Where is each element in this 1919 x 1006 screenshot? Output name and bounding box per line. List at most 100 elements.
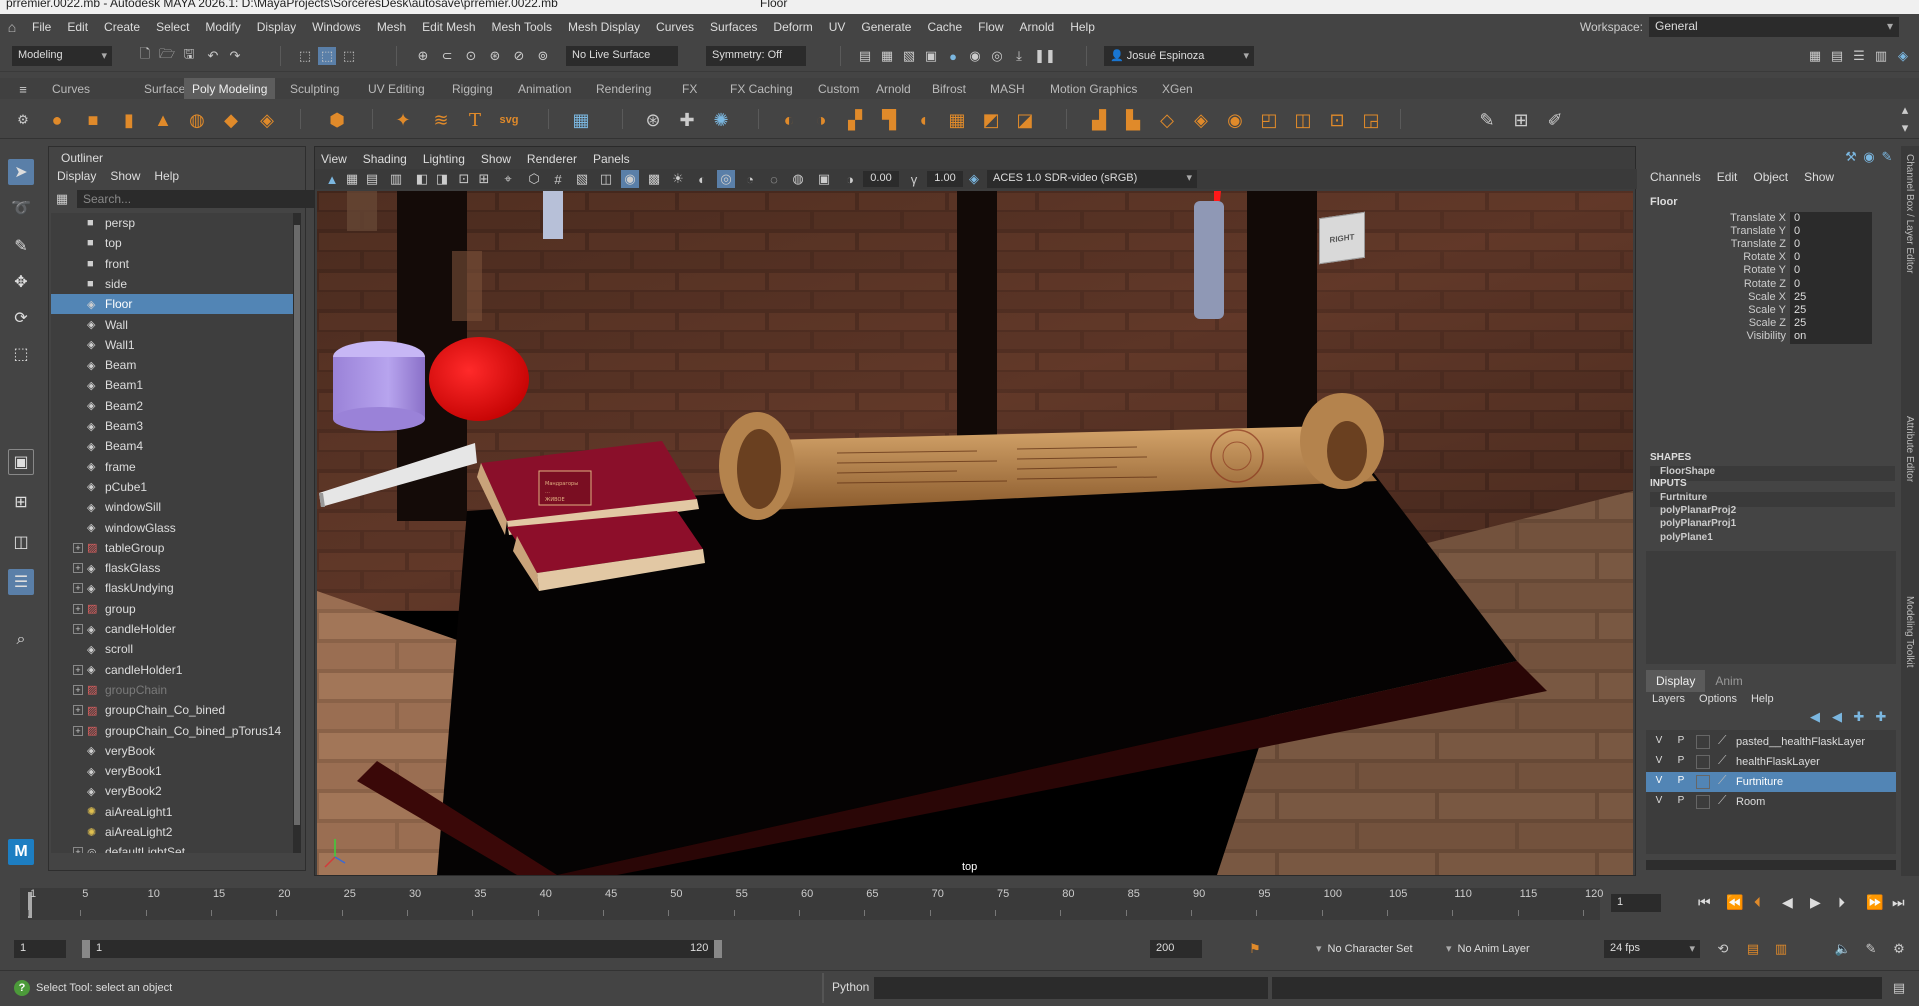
poly-plane-icon[interactable]: ◆ [218,107,244,133]
layer-row[interactable]: V P ⟋ healthFlaskLayer [1646,752,1896,772]
motion-blur-icon[interactable]: ◔ [741,170,759,188]
outliner-row[interactable]: ◈ Wall1 [51,335,295,355]
shelf-scroll-down-icon[interactable]: ▾ [1896,119,1914,137]
expand-icon[interactable]: + [73,583,83,594]
paint-select-icon[interactable]: ✎ [8,233,34,259]
side-tab[interactable]: Attribute Editor [1904,416,1915,482]
range-end-handle[interactable] [714,940,722,958]
cache-playback-icon[interactable]: ▤ [1744,940,1762,958]
outliner-row[interactable]: ◈ veryBook [51,741,295,761]
command-input[interactable] [874,977,1268,999]
channel-box-menu-item[interactable]: Show [1804,170,1834,184]
select-by-object-icon[interactable]: ⬚ [318,47,336,65]
layer-row[interactable]: V P ⟋ pasted__healthFlaskLayer [1646,732,1896,752]
textured-icon[interactable]: ▩ [645,170,663,188]
color-space-dropdown[interactable]: ACES 1.0 SDR-video (sRGB) [987,170,1197,188]
multi-cut-icon[interactable]: ✎ [1474,107,1500,133]
menu-item[interactable]: Help [1062,20,1103,34]
expand-icon[interactable]: + [73,542,83,553]
poly-cube-icon[interactable]: ■ [80,107,106,133]
boolean-icon[interactable]: ▜ [876,107,902,133]
shadows-icon[interactable]: ◐ [693,170,711,188]
wireframe-icon[interactable]: ⬡ [525,170,543,188]
character-set-dropdown[interactable]: ▾ No Character Set [1310,940,1430,958]
outliner-row[interactable]: ✺ aiAreaLight2 [51,822,295,842]
exposure-field[interactable]: 0.00 [863,171,899,187]
layer-playback-toggle[interactable]: P [1674,795,1688,806]
platonic-solid-icon[interactable]: ⬢ [324,107,350,133]
bevel-icon[interactable]: ◇ [1154,107,1180,133]
image-plane-icon[interactable]: ▥ [387,170,405,188]
cache-settings-icon[interactable]: ▥ [1772,940,1790,958]
gamma-field[interactable]: 1.00 [927,171,963,187]
current-frame-field[interactable]: 1 [1611,894,1661,912]
channel-box-menu-item[interactable]: Edit [1717,170,1738,184]
view-cube[interactable]: RIGHT [1319,211,1365,265]
expand-icon[interactable]: + [73,664,83,675]
four-view-layout-icon[interactable]: ⊞ [8,489,34,515]
layer-visibility-toggle[interactable]: V [1652,735,1666,746]
outliner-row[interactable]: + ◈ candleHolder1 [51,660,295,680]
outliner-row[interactable]: + ▨ tableGroup [51,538,295,558]
layer-editor-menu-item[interactable]: Help [1751,693,1774,705]
separate-icon[interactable]: ◑ [808,107,834,133]
attribute-value[interactable]: 0 [1790,251,1872,266]
viewport-menu-item[interactable]: Shading [363,152,407,166]
expand-icon[interactable]: + [73,684,83,695]
smooth-shade-icon[interactable]: ◉ [621,170,639,188]
play-backward-icon[interactable]: ◀ [1782,894,1793,911]
select-by-hierarchy-icon[interactable]: ⬚ [296,47,314,65]
circularize-icon[interactable]: ◉ [1222,107,1248,133]
search-icon[interactable]: ⌕ [8,627,34,653]
tool-settings-icon[interactable]: ☰ [1850,47,1868,65]
menu-item[interactable]: File [24,20,59,34]
svg-icon[interactable]: svg [496,107,522,133]
attribute-editor-icon[interactable]: ▤ [1828,47,1846,65]
outliner-row[interactable]: + ▨ groupChain [51,680,295,700]
menu-item[interactable]: Deform [765,20,820,34]
attribute-value[interactable]: on [1790,329,1872,344]
channel-box-icon[interactable]: ▥ [1872,47,1890,65]
merge-icon[interactable]: ◈ [1188,107,1214,133]
menu-item[interactable]: Generate [853,20,919,34]
render-history-icon[interactable]: ▤ [856,47,874,65]
exposure-icon[interactable]: ◑ [841,170,859,188]
shelf-tab[interactable]: MASH [982,78,1033,99]
snap-curve-icon[interactable]: ⊂ [438,47,456,65]
ambient-occlusion-icon[interactable]: ◎ [717,170,735,188]
open-scene-icon[interactable]: 🗁 [158,46,176,65]
time-slider-track[interactable]: 1 5 10 15 20 25 30 35 40 45 50 55 60 65 70 75 80 85 90 95 10… [20,888,1603,920]
auto-key-icon[interactable]: ⚑ [1246,940,1264,958]
attribute-value[interactable]: 0 [1790,238,1872,253]
mirror-icon[interactable]: ◖ [910,107,936,133]
attribute-value[interactable]: 25 [1790,316,1872,331]
outliner-menu-item[interactable]: Display [57,169,96,183]
attribute-name[interactable]: Translate X [1730,212,1786,224]
layer-editor-tab[interactable]: Display [1646,670,1706,692]
arnold-render-icon[interactable]: ◎ [988,47,1006,65]
snap-grid-icon[interactable]: ⊕ [414,47,432,65]
script-editor-icon[interactable]: ▤ [1890,979,1908,997]
menu-item[interactable]: Select [148,20,197,34]
outliner-row[interactable]: ■ top [51,233,295,253]
viewport-scene[interactable]: Мандрагоры … ЖИВОЕ RIGHT top [317,191,1633,875]
expand-icon[interactable]: + [73,603,83,614]
channel-box-toggle-icon[interactable]: ◉ [1860,148,1878,166]
soft-select-icon[interactable]: ✺ [708,107,734,133]
shelf-options-icon[interactable]: ⚙ [14,111,32,129]
edge-loop-icon[interactable]: ⊞ [1508,107,1534,133]
layer-visibility-toggle[interactable]: V [1652,775,1666,786]
combine-icon[interactable]: ◐ [776,107,802,133]
home-icon[interactable]: ⌂ [0,14,24,40]
step-forward-frame-icon[interactable]: ⏵ [1838,894,1845,911]
shelf-tab[interactable]: Bifrost [924,78,974,99]
preferences-icon[interactable]: ⚙ [1890,940,1908,958]
menu-item[interactable]: Mesh Tools [484,20,560,34]
outliner-row[interactable]: ◈ Beam4 [51,436,295,456]
animation-start-field[interactable]: 1 [14,940,66,958]
user-account-dropdown[interactable]: 👤 Josué Espinoza ▾ [1104,46,1254,66]
snap-pivot-icon[interactable]: ⊚ [534,47,552,65]
viewport-menu-item[interactable]: Show [481,152,511,166]
layer-playback-toggle[interactable]: P [1674,775,1688,786]
layer-hscrollbar[interactable] [1646,860,1896,870]
